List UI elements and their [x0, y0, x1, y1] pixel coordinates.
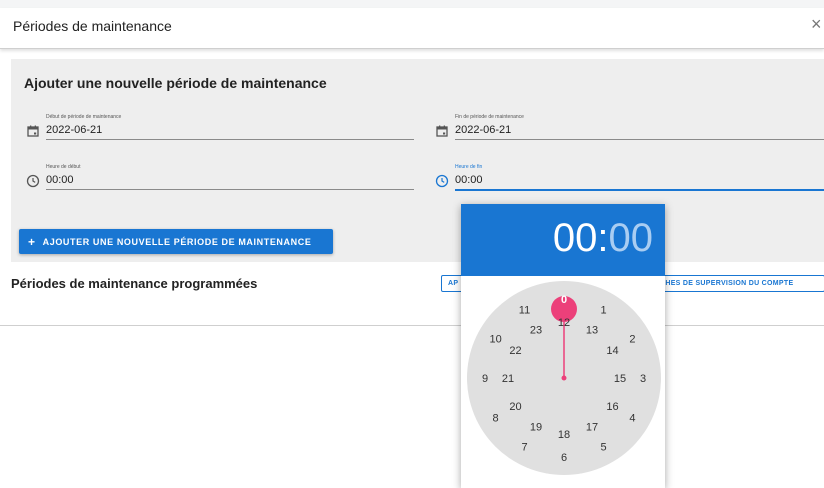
start-date-field[interactable]: Début de période de maintenance 2022-06-… [24, 114, 414, 142]
clock-hour-4[interactable]: 4 [629, 413, 635, 425]
end-date-label: Fin de période de maintenance [455, 114, 524, 120]
start-time-field[interactable]: Heure de début 00:00 [24, 164, 414, 192]
account-supervision-tasks-label: CHES DE SUPERVISION DU COMPTE [660, 280, 794, 287]
start-time-underline [46, 189, 414, 190]
clock-hour-14[interactable]: 14 [606, 345, 618, 357]
hours-display[interactable]: 00 [553, 216, 598, 260]
end-time-label: Heure de fin [455, 164, 483, 170]
clock-hour-13[interactable]: 13 [586, 325, 598, 337]
clock-hour-19[interactable]: 19 [530, 422, 542, 434]
clock-hour-8[interactable]: 8 [493, 413, 499, 425]
clock-hour-6[interactable]: 6 [561, 452, 567, 464]
start-date-label: Début de période de maintenance [46, 114, 122, 120]
time-picker: 00:00 0 1 2 3 4 5 6 7 8 9 10 11 12 13 14 15 16 17 18 19 20 21… [461, 204, 665, 488]
account-supervision-tasks-button[interactable]: CHES DE SUPERVISION DU COMPTE [660, 275, 824, 292]
clock-hour-12[interactable]: 12 [558, 317, 570, 329]
dialog-title: Périodes de maintenance [13, 18, 172, 34]
scheduled-left-button-label: AP [448, 280, 459, 287]
add-section-title: Ajouter une nouvelle période de maintena… [24, 75, 327, 91]
minutes-display[interactable]: 00 [609, 216, 654, 260]
clock-center-dot [561, 375, 567, 381]
clock-hour-3[interactable]: 3 [640, 373, 646, 385]
calendar-icon [27, 125, 39, 137]
time-picker-header: 00:00 [461, 204, 665, 276]
start-date-value[interactable]: 2022-06-21 [46, 124, 102, 136]
add-period-button[interactable]: + AJOUTER UNE NOUVELLE PÉRIODE DE MAINTE… [19, 229, 333, 254]
clock-hour-9[interactable]: 9 [482, 373, 488, 385]
clock-hour-23[interactable]: 23 [530, 325, 542, 337]
add-period-panel: Ajouter une nouvelle période de maintena… [11, 59, 824, 262]
close-icon[interactable]: × [811, 14, 822, 35]
clock-hour-5[interactable]: 5 [600, 441, 606, 453]
clock-hour-2[interactable]: 2 [629, 334, 635, 346]
dialog-header: Périodes de maintenance × [0, 8, 824, 49]
clock-hour-22[interactable]: 22 [509, 345, 521, 357]
clock-hour-0[interactable]: 0 [561, 294, 567, 306]
start-time-value[interactable]: 00:00 [46, 174, 74, 186]
end-time-value[interactable]: 00:00 [455, 174, 483, 186]
clock-hour-7[interactable]: 7 [521, 441, 527, 453]
clock-hour-1[interactable]: 1 [600, 305, 606, 317]
clock-icon [435, 174, 449, 188]
start-time-label: Heure de début [46, 164, 81, 170]
add-period-button-label: AJOUTER UNE NOUVELLE PÉRIODE DE MAINTENA… [42, 236, 312, 247]
maintenance-dialog: Périodes de maintenance × Ajouter une no… [0, 8, 824, 488]
clock-hour-10[interactable]: 10 [489, 334, 501, 346]
time-separator: : [597, 216, 609, 260]
section-divider [0, 325, 824, 326]
end-date-field[interactable]: Fin de période de maintenance 2022-06-21 [433, 114, 824, 142]
time-display: 00:00 [553, 214, 653, 262]
end-date-value[interactable]: 2022-06-21 [455, 124, 511, 136]
end-date-underline [455, 139, 824, 140]
calendar-icon [436, 125, 448, 137]
end-time-underline [455, 189, 824, 191]
clock-face[interactable]: 01234567891011121314151617181920212223 [461, 276, 665, 488]
clock-hour-18[interactable]: 18 [558, 429, 570, 441]
plus-icon: + [28, 234, 36, 249]
clock-hour-16[interactable]: 16 [606, 401, 618, 413]
clock-icon [26, 174, 40, 188]
clock-hour-15[interactable]: 15 [614, 373, 626, 385]
clock-hour-17[interactable]: 17 [586, 422, 598, 434]
clock-hour-20[interactable]: 20 [509, 401, 521, 413]
scheduled-periods-title: Périodes de maintenance programmées [11, 276, 258, 291]
clock-hour-21[interactable]: 21 [502, 373, 514, 385]
end-time-field[interactable]: Heure de fin 00:00 [433, 164, 824, 192]
clock-hour-11[interactable]: 11 [519, 305, 530, 317]
start-date-underline [46, 139, 414, 140]
